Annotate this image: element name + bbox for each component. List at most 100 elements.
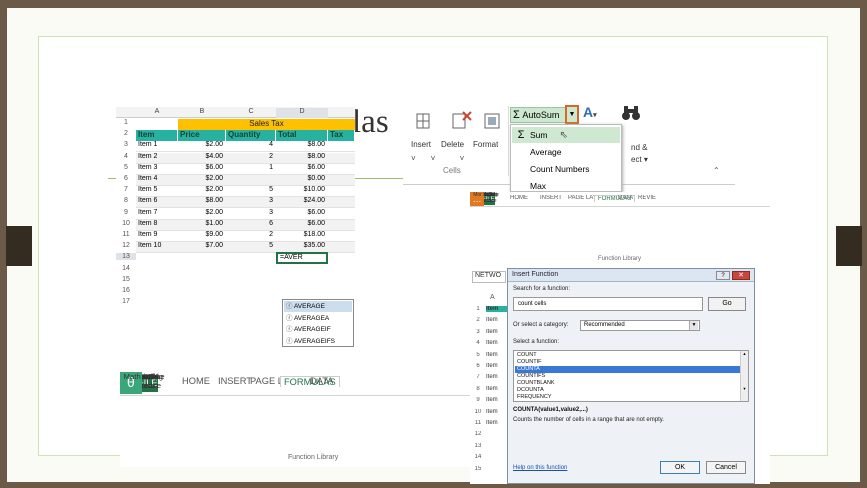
item-cell[interactable]: Item 9 [136,231,178,242]
small-btn-mor-functi[interactable]: Mor Functi [470,192,500,206]
function-list-item[interactable]: DCOUNTA [515,387,741,394]
list-scrollbar[interactable]: ▲ ▼ [740,351,748,401]
tax-cell[interactable] [328,163,355,175]
tax-cell[interactable] [328,186,355,198]
small-tab-data[interactable]: DATA [618,195,633,201]
price-cell[interactable]: $9.00 [178,231,226,242]
price-cell[interactable]: $4.00 [178,152,226,164]
bg-item-cell: Item [486,363,498,369]
item-cell[interactable]: Item 3 [136,163,178,175]
item-cell[interactable]: Item 5 [136,186,178,198]
price-cell[interactable]: $6.00 [178,163,226,175]
function-list-item[interactable]: COUNTIFS [515,373,741,380]
quantity-cell[interactable]: 6 [226,219,276,231]
item-cell[interactable]: Item 10 [136,242,178,254]
tax-cell[interactable] [328,141,355,153]
left-accent-bar [6,226,32,266]
column-header-a[interactable]: A [136,108,178,115]
help-button[interactable]: ? [716,271,730,280]
price-cell[interactable]: $2.00 [178,141,226,153]
price-cell[interactable]: $1.00 [178,219,226,231]
small-tab-revie[interactable]: REVIE [638,195,656,201]
total-cell[interactable]: $0.00 [276,175,328,186]
small-tab-insert[interactable]: INSERT [540,195,562,201]
quantity-cell[interactable]: 1 [226,163,276,175]
active-formula-cell[interactable]: =AVER [276,252,328,265]
autocomplete-item[interactable]: ⓕ AVERAGEIFS [284,336,352,347]
bg-column-header: A [490,294,495,301]
function-list-item[interactable]: COUNT [515,352,741,359]
item-cell[interactable]: Item 1 [136,141,178,153]
help-link[interactable]: Help on this function [513,465,567,471]
function-list-item[interactable]: COUNTA [515,366,741,373]
autocomplete-item[interactable]: ⓕ AVERAGEA [284,313,352,324]
autosum-dropdown-button[interactable]: ▼ [565,105,579,124]
item-cell[interactable]: Item 7 [136,208,178,220]
tax-cell[interactable] [328,175,355,186]
cells-delete-button[interactable]: Delete [441,140,464,149]
item-cell[interactable]: Item 6 [136,197,178,209]
quantity-cell[interactable]: 2 [226,152,276,164]
item-cell[interactable]: Item 2 [136,152,178,164]
tax-cell[interactable] [328,219,355,231]
autocomplete-item[interactable]: ⓕ AVERAGEIF [284,324,352,335]
tax-cell[interactable] [328,242,355,254]
cancel-button[interactable]: Cancel [706,461,746,474]
total-cell[interactable]: $6.00 [276,163,328,175]
quantity-cell[interactable]: 5 [226,242,276,254]
search-input[interactable]: count cells [513,297,703,311]
price-cell[interactable]: $2.00 [178,186,226,198]
column-header-d[interactable]: D [276,108,328,118]
large-btn-math-trig[interactable]: Math & Trig [120,372,167,394]
quantity-cell[interactable]: 2 [226,231,276,242]
tax-cell[interactable] [328,152,355,164]
autosum-button[interactable]: Σ AutoSum [510,107,566,123]
large-tab-data[interactable]: DATA [310,376,333,386]
total-cell[interactable]: $6.00 [276,208,328,220]
collapse-ribbon-icon[interactable]: ⌃ [713,166,720,175]
category-select[interactable]: Recommended ▼ [580,320,700,331]
quantity-cell[interactable]: 4 [226,141,276,153]
cells-format-button[interactable]: Format [473,140,498,149]
name-box[interactable]: NETWO [472,271,506,283]
small-tab-home[interactable]: HOME [510,195,528,201]
price-cell[interactable]: $8.00 [178,197,226,209]
total-cell[interactable]: $18.00 [276,231,328,242]
insert-cells-icon [416,113,430,129]
bg-item-cell: Item [486,317,498,324]
close-icon[interactable]: ✕ [732,271,750,280]
price-cell[interactable]: $2.00 [178,208,226,220]
quantity-cell[interactable] [226,175,276,186]
autosum-menu-item-average[interactable]: Average [512,144,620,160]
quantity-cell[interactable]: 5 [226,186,276,198]
quantity-cell[interactable]: 3 [226,208,276,220]
autosum-menu-item-count-numbers[interactable]: Count Numbers [512,161,620,177]
total-cell[interactable]: $6.00 [276,219,328,231]
cells-insert-button[interactable]: Insert [411,140,431,149]
function-list-item[interactable]: FREQUENCY [515,394,741,401]
autocomplete-item[interactable]: ⓕ AVERAGE [284,301,352,312]
ok-button[interactable]: OK [660,461,700,474]
total-cell[interactable]: $24.00 [276,197,328,209]
tax-cell[interactable] [328,197,355,209]
function-list[interactable]: COUNT COUNTIF COUNTA COUNTIFS COUNTBLANK DCOU… [513,350,749,402]
total-cell[interactable]: $10.00 [276,186,328,198]
total-cell[interactable]: $8.00 [276,141,328,153]
tax-cell[interactable] [328,208,355,220]
large-tab-home[interactable]: HOME [182,376,210,386]
price-cell[interactable]: $2.00 [178,175,226,186]
column-header-b[interactable]: B [178,108,226,115]
function-list-item[interactable]: COUNTIF [515,359,741,366]
quantity-cell[interactable]: 3 [226,197,276,209]
function-list-item[interactable]: COUNTBLANK [515,380,741,387]
column-header-c[interactable]: C [226,108,276,115]
item-cell[interactable]: Item 4 [136,175,178,186]
large-tab-insert[interactable]: INSERT [218,376,252,386]
autosum-menu-item-sum[interactable]: Σ Sum ⇖ [512,127,620,143]
total-cell[interactable]: $8.00 [276,152,328,164]
autosum-menu-item-max[interactable]: Max [512,178,620,192]
go-button[interactable]: Go [708,297,746,311]
tax-cell[interactable] [328,231,355,242]
item-cell[interactable]: Item 8 [136,219,178,231]
price-cell[interactable]: $7.00 [178,242,226,254]
